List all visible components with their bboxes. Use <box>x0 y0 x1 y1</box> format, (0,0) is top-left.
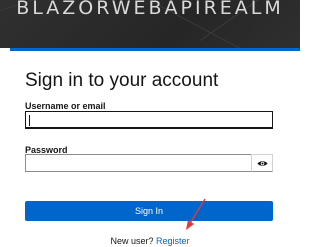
annotation-arrow <box>186 198 206 230</box>
